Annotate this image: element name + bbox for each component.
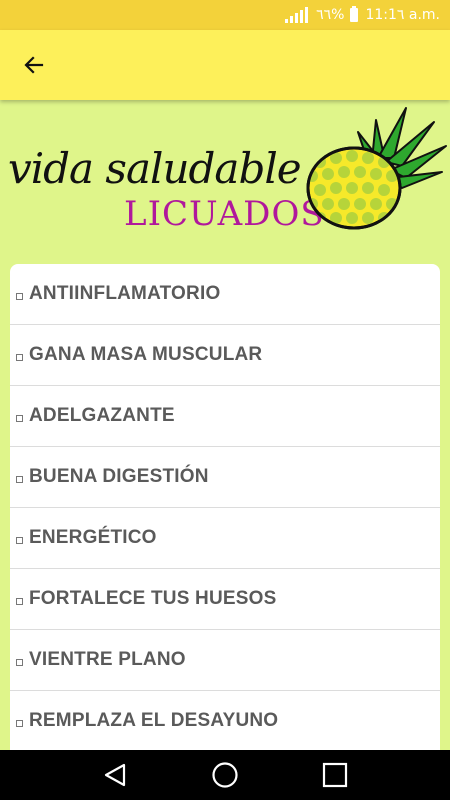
list-item-label: ADELGAZANTE [29, 405, 175, 426]
battery-icon [350, 6, 359, 22]
banner-subtitle: LICUADOS [124, 194, 325, 234]
bullet-icon [16, 597, 23, 605]
nav-home-button[interactable] [205, 755, 245, 795]
system-nav-bar [0, 750, 450, 800]
app-bar [0, 30, 450, 100]
banner: vida saludable LICUADOS [0, 100, 450, 250]
nav-back-button[interactable] [95, 755, 135, 795]
list-item-label: FORTALECE TUS HUESOS [29, 588, 277, 609]
bullet-icon [16, 719, 23, 727]
signal-icon [285, 7, 309, 23]
bullet-icon [16, 475, 23, 483]
list-item-energetico[interactable]: ENERGÉTICO [10, 508, 440, 569]
back-triangle-icon [104, 763, 126, 787]
list-item-vientre-plano[interactable]: VIENTRE PLANO [10, 630, 440, 691]
list-item-label: ENERGÉTICO [29, 527, 157, 548]
list-item-fortalece-tus-huesos[interactable]: FORTALECE TUS HUESOS [10, 569, 440, 630]
list-item-gana-masa-muscular[interactable]: GANA MASA MUSCULAR [10, 325, 440, 386]
back-button[interactable] [16, 47, 52, 83]
status-bar: ٦٦% 11:1٦ a.m. [0, 0, 450, 30]
list-item-adelgazante[interactable]: ADELGAZANTE [10, 386, 440, 447]
list-item-buena-digestion[interactable]: BUENA DIGESTIÓN [10, 447, 440, 508]
bullet-icon [16, 292, 23, 300]
bullet-icon [16, 658, 23, 666]
bullet-icon [16, 536, 23, 544]
home-circle-icon [212, 762, 238, 788]
list-item-antiinflamatorio[interactable]: ANTIINFLAMATORIO [10, 264, 440, 325]
banner-title: vida saludable [8, 144, 302, 193]
nav-recents-button[interactable] [315, 755, 355, 795]
pineapple-icon [306, 107, 447, 230]
list-item-label: BUENA DIGESTIÓN [29, 466, 209, 487]
recents-square-icon [322, 762, 348, 788]
battery-percent: ٦٦% [316, 7, 345, 23]
bullet-icon [16, 414, 23, 422]
list-item-label: ANTIINFLAMATORIO [29, 283, 221, 304]
bullet-icon [16, 353, 23, 361]
clock: 11:1٦ a.m. [365, 7, 440, 23]
list-item-label: VIENTRE PLANO [29, 649, 186, 670]
list-item-label: REMPLAZA EL DESAYUNO [29, 710, 279, 731]
arrow-left-icon [24, 56, 44, 74]
list-item-remplaza-el-desayuno[interactable]: REMPLAZA EL DESAYUNO [10, 691, 440, 750]
list-item-label: GANA MASA MUSCULAR [29, 344, 263, 365]
category-list: ANTIINFLAMATORIO GANA MASA MUSCULAR ADEL… [10, 264, 440, 750]
